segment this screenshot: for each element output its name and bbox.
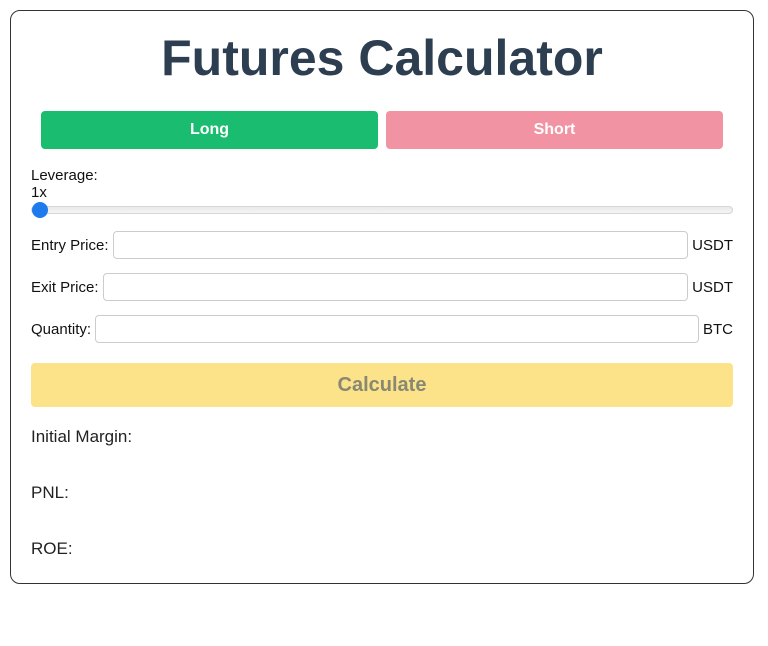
quantity-label: Quantity: [31, 321, 91, 338]
leverage-section: Leverage: 1x [31, 167, 733, 219]
exit-price-input[interactable] [103, 273, 689, 301]
quantity-unit: BTC [703, 321, 733, 338]
leverage-label: Leverage: [31, 167, 733, 184]
roe-result: ROE: [31, 539, 733, 559]
leverage-value: 1x [31, 184, 733, 201]
position-buttons: Long Short [31, 111, 733, 149]
exit-price-label: Exit Price: [31, 279, 99, 296]
exit-price-row: Exit Price: USDT [31, 273, 733, 301]
page-title: Futures Calculator [31, 29, 733, 87]
quantity-input[interactable] [95, 315, 699, 343]
roe-label: ROE: [31, 539, 73, 558]
entry-price-input[interactable] [113, 231, 689, 259]
entry-price-label: Entry Price: [31, 237, 109, 254]
leverage-slider[interactable] [31, 206, 733, 214]
long-button[interactable]: Long [41, 111, 378, 149]
initial-margin-result: Initial Margin: [31, 427, 733, 447]
initial-margin-label: Initial Margin: [31, 427, 132, 446]
entry-price-row: Entry Price: USDT [31, 231, 733, 259]
pnl-label: PNL: [31, 483, 69, 502]
pnl-result: PNL: [31, 483, 733, 503]
calculate-button[interactable]: Calculate [31, 363, 733, 407]
calculator-card: Futures Calculator Long Short Leverage: … [10, 10, 754, 584]
quantity-row: Quantity: BTC [31, 315, 733, 343]
short-button[interactable]: Short [386, 111, 723, 149]
exit-price-unit: USDT [692, 279, 733, 296]
entry-price-unit: USDT [692, 237, 733, 254]
